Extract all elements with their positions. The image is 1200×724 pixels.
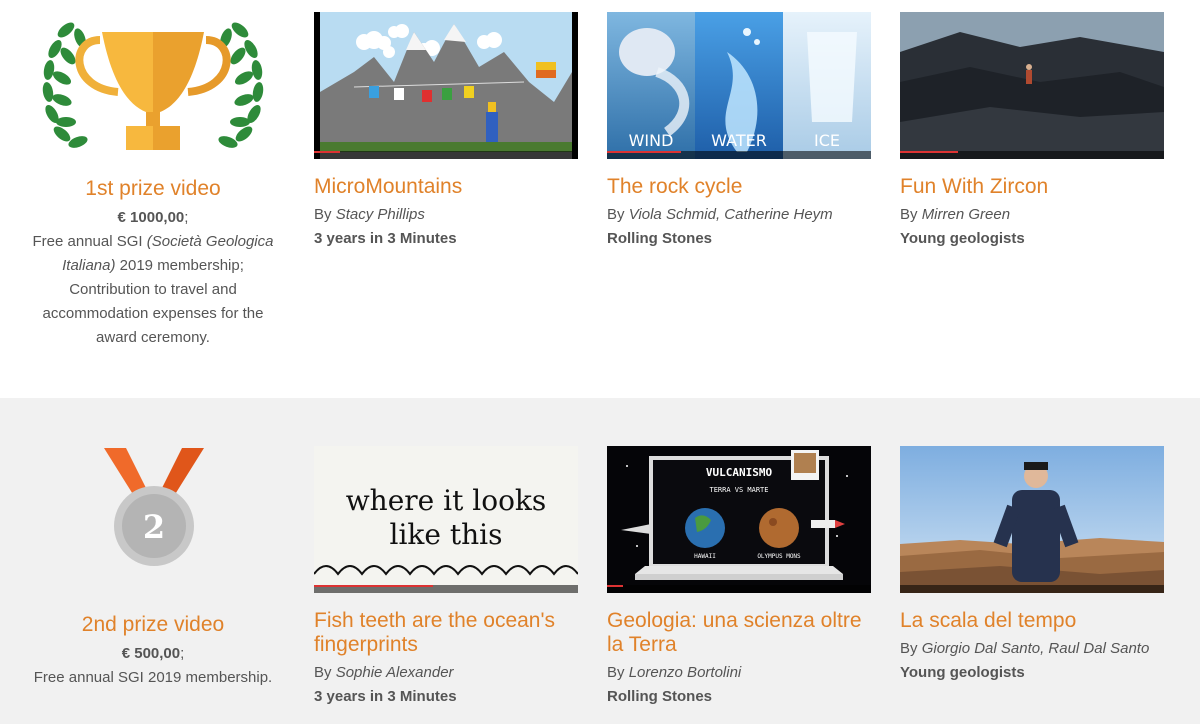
video-category: 3 years in 3 Minutes xyxy=(314,688,457,705)
video-card-micromountains[interactable]: MicroMountains By Stacy Phillips 3 years… xyxy=(314,12,578,250)
author-names: Viola Schmid, Catherine Heym xyxy=(628,206,833,223)
video-category: 3 years in 3 Minutes xyxy=(314,230,457,247)
video-authors: By Sophie Alexander xyxy=(314,662,578,684)
trophy-icon xyxy=(40,14,266,158)
video-card-rock-cycle[interactable]: WIND WATER ICE The rock cycle By Viola S… xyxy=(607,12,871,250)
video-thumbnail[interactable]: VULCANISMO TERRA VS MARTE HAWAII OLYMPUS… xyxy=(607,446,871,593)
video-category: Rolling Stones xyxy=(607,230,712,247)
second-prize-description: € 500,00; Free annual SGI 2019 membershi… xyxy=(33,645,273,686)
second-prize-line1: Free annual SGI 2019 membership. xyxy=(33,669,273,686)
video-thumbnail[interactable] xyxy=(900,12,1164,159)
author-names: Mirren Green xyxy=(921,206,1011,223)
first-prize-line2: Contribution to travel and accommodation… xyxy=(42,281,264,346)
thumb-label-right: OLYMPUS MONS xyxy=(757,553,801,560)
video-controls[interactable] xyxy=(900,151,1164,159)
video-title[interactable]: Fun With Zircon xyxy=(900,175,1164,199)
video-card-geologia[interactable]: VULCANISMO TERRA VS MARTE HAWAII OLYMPUS… xyxy=(607,446,871,708)
video-authors: By Lorenzo Bortolini xyxy=(607,662,871,684)
by-prefix: By xyxy=(607,664,625,681)
first-prize-info: 1st prize video € 1000,00; Free annual S… xyxy=(30,176,276,350)
by-prefix: By xyxy=(314,664,332,681)
first-prize-title: 1st prize video xyxy=(85,177,221,200)
video-authors: By Mirren Green xyxy=(900,204,1164,226)
second-prize-info: 2nd prize video € 500,00; Free annual SG… xyxy=(30,612,276,690)
silver-medal-icon: 2 xyxy=(104,448,204,568)
video-card-fish-teeth[interactable]: where it looks like this Fish teeth are … xyxy=(314,446,578,708)
thumb-word-water: WATER xyxy=(711,131,767,150)
thumb-word-wind: WIND xyxy=(629,131,674,150)
thumb-word-ice: ICE xyxy=(814,131,840,150)
first-prize-description: € 1000,00; Free annual SGI (Società Geol… xyxy=(32,209,274,346)
video-card-fun-with-zircon[interactable]: Fun With Zircon By Mirren Green Young ge… xyxy=(900,12,1164,250)
thumb-text-line1: where it looks xyxy=(346,484,547,517)
video-title[interactable]: Fish teeth are the ocean's fingerprints xyxy=(314,609,578,657)
video-card-scala-del-tempo[interactable]: La scala del tempo By Giorgio Dal Santo,… xyxy=(900,446,1164,684)
by-prefix: By xyxy=(607,206,625,223)
video-title[interactable]: Geologia: una scienza oltre la Terra xyxy=(607,609,871,657)
first-prize-line1-pre: Free annual SGI xyxy=(32,233,147,250)
video-thumbnail[interactable] xyxy=(314,12,578,159)
first-prize-line1-post: 2019 membership; xyxy=(115,257,244,274)
first-prize-section: 1st prize video € 1000,00; Free annual S… xyxy=(0,0,1200,398)
by-prefix: By xyxy=(900,206,918,223)
author-names: Sophie Alexander xyxy=(335,664,454,681)
second-prize-section: 2 2nd prize video € 500,00; Free annual … xyxy=(0,398,1200,724)
video-category: Young geologists xyxy=(900,230,1025,247)
first-prize-amount: € 1000,00 xyxy=(117,209,185,226)
video-title[interactable]: The rock cycle xyxy=(607,175,871,199)
second-prize-title: 2nd prize video xyxy=(81,613,225,636)
thumb-subheading: TERRA VS MARTE xyxy=(709,486,768,494)
author-names: Lorenzo Bortolini xyxy=(628,664,742,681)
video-thumbnail[interactable]: where it looks like this xyxy=(314,446,578,593)
video-authors: By Giorgio Dal Santo, Raul Dal Santo xyxy=(900,638,1164,660)
second-prize-amount: € 500,00 xyxy=(121,645,181,662)
svg-text:2: 2 xyxy=(143,508,165,546)
video-category: Young geologists xyxy=(900,664,1025,681)
video-title[interactable]: La scala del tempo xyxy=(900,609,1164,633)
author-names: Giorgio Dal Santo, Raul Dal Santo xyxy=(921,640,1150,657)
video-authors: By Stacy Phillips xyxy=(314,204,578,226)
video-authors: By Viola Schmid, Catherine Heym xyxy=(607,204,871,226)
video-title[interactable]: MicroMountains xyxy=(314,175,578,199)
video-controls[interactable] xyxy=(607,585,871,593)
thumb-text-line2: like this xyxy=(390,518,503,551)
thumb-heading: VULCANISMO xyxy=(706,466,773,479)
video-controls[interactable] xyxy=(314,585,578,593)
video-controls[interactable] xyxy=(314,151,578,159)
video-thumbnail[interactable]: WIND WATER ICE xyxy=(607,12,871,159)
video-category: Rolling Stones xyxy=(607,688,712,705)
by-prefix: By xyxy=(900,640,918,657)
author-names: Stacy Phillips xyxy=(335,206,425,223)
video-controls[interactable] xyxy=(607,151,871,159)
by-prefix: By xyxy=(314,206,332,223)
thumb-label-left: HAWAII xyxy=(694,553,716,560)
video-controls[interactable] xyxy=(900,585,1164,593)
video-thumbnail[interactable] xyxy=(900,446,1164,593)
